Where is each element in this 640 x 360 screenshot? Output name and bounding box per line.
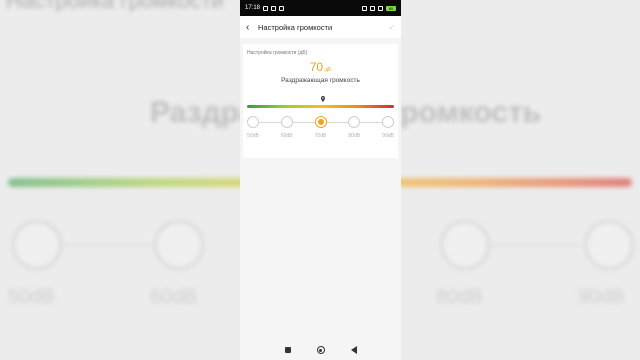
square-icon[interactable] [284,347,291,353]
slider-tick-labels: 50dB 60dB 70dB 80dB 90dB [247,133,394,141]
bg-tick-label: 90dB [578,286,625,308]
volume-step-90dB[interactable] [382,116,394,128]
volume-card: Настройка громкости (дБ) 70 дБ Раздражающ… [243,44,398,158]
signal-icon [370,5,375,11]
bg-track [62,244,152,246]
volume-slider[interactable] [247,116,394,130]
tick-label: 50dB [247,133,259,139]
tick-label: 90dB [382,133,394,139]
bg-step-circle [584,220,634,270]
check-icon[interactable]: ✓ [388,23,395,32]
bg-tick-label: 80dB [436,286,483,308]
bg-tick-label: 50dB [8,286,55,308]
app-header: ‹ Настройка громкости ✓ [240,16,401,38]
bg-step-circle [440,220,490,270]
triangle-back-icon[interactable] [350,346,357,354]
volume-value: 70 дБ [247,61,394,76]
status-bar: 17:18 80 [240,0,401,16]
bg-step-circle [12,220,62,270]
notification-icon [279,5,285,11]
volume-step-70dB[interactable] [314,116,327,128]
volume-step-60dB[interactable] [280,116,293,128]
notification-icon [271,5,277,11]
tick-label: 70dB [314,133,327,139]
bg-track [492,244,580,246]
volume-step-50dB[interactable] [247,116,259,128]
volume-description: Раздражающая громкость [281,77,360,84]
wifi-icon [378,5,383,11]
volume-number: 70 [309,60,324,74]
battery-icon: 80 [386,5,396,11]
volume-gradient-bar [247,105,394,108]
bg-step-circle [154,220,204,270]
tick-label: 60dB [280,133,293,139]
page-title: Настройка громкости [258,22,333,32]
notification-icon [263,5,269,11]
section-label: Настройка громкости (дБ) [247,50,308,56]
bluetooth-icon [362,5,367,11]
location-pin-icon [321,96,325,102]
bg-title-text: Настройка громкости [6,0,224,13]
status-time: 17:18 [245,5,261,11]
navigation-bar [240,340,401,360]
volume-unit: дБ [325,67,332,73]
chevron-left-icon[interactable]: ‹ [246,22,258,33]
tick-label: 80dB [348,133,361,139]
volume-step-80dB[interactable] [348,116,361,128]
circle-icon[interactable] [316,346,325,354]
phone-screen: 17:18 80 ‹ Настройка громкости ✓ Настрой… [240,0,401,360]
bg-tick-label: 60dB [150,286,197,308]
